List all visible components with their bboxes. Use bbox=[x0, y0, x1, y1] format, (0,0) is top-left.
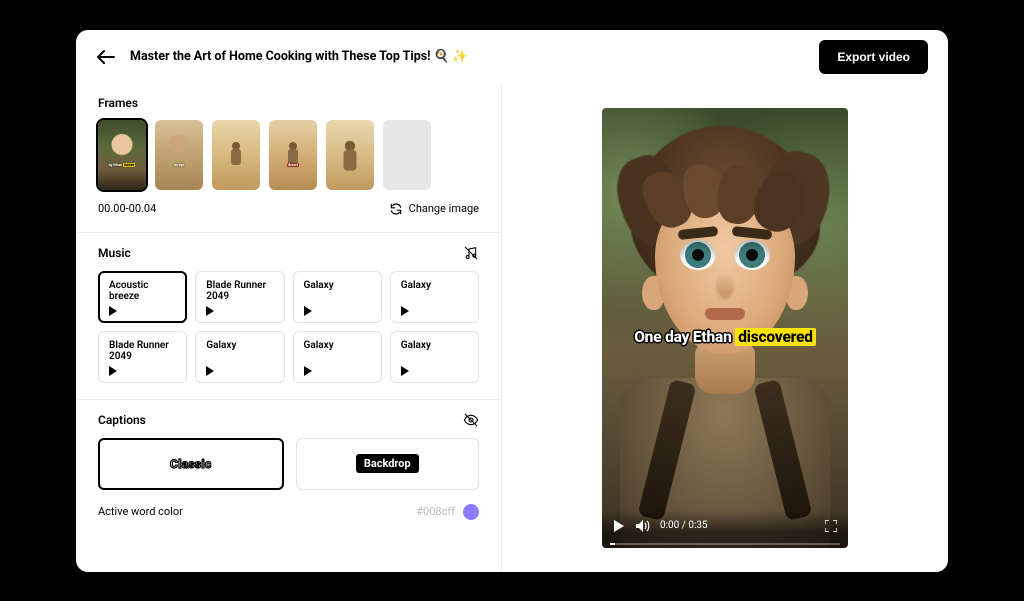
video-preview[interactable]: One day Ethan discovered 0:00 / 0:35 bbox=[602, 108, 848, 548]
caption-style-backdrop[interactable]: Backdrop bbox=[296, 438, 480, 490]
music-track-acoustic-breeze[interactable]: Acoustic breeze bbox=[98, 271, 187, 323]
frame-thumbnail-1[interactable]: ay Ethan iscove bbox=[98, 120, 146, 190]
music-track-label: Galaxy bbox=[206, 340, 273, 352]
frames-section: Frames ay Ethan iscove an eye desert bbox=[76, 84, 501, 233]
progress-bar[interactable] bbox=[610, 543, 840, 545]
music-track-galaxy-3[interactable]: Galaxy bbox=[195, 331, 284, 383]
preview-caption-plain: One day Ethan bbox=[634, 328, 735, 346]
frame-thumbnail-empty[interactable] bbox=[383, 120, 431, 190]
music-track-label: Acoustic breeze bbox=[109, 280, 176, 303]
music-track-label: Galaxy bbox=[304, 340, 371, 352]
caption-classic-label: Classic bbox=[170, 457, 211, 471]
emoji-pan-icon: 🍳 bbox=[434, 49, 450, 64]
music-track-blade-runner-2[interactable]: Blade Runner 2049 bbox=[98, 331, 187, 383]
music-track-label: Blade Runner 2049 bbox=[206, 280, 273, 303]
frame1-cap-a: ay Ethan bbox=[109, 163, 122, 167]
play-icon[interactable] bbox=[401, 306, 409, 316]
music-track-galaxy-4[interactable]: Galaxy bbox=[293, 331, 382, 383]
play-button-icon[interactable] bbox=[612, 519, 626, 533]
color-hex-value: #008cff bbox=[416, 505, 455, 518]
play-icon[interactable] bbox=[206, 306, 214, 316]
frames-section-title: Frames bbox=[98, 96, 138, 110]
time-display: 0:00 / 0:35 bbox=[660, 520, 708, 531]
back-arrow-icon[interactable] bbox=[96, 47, 116, 67]
emoji-sparkle-icon: ✨ bbox=[452, 49, 468, 64]
caption-styles-row: Classic Backdrop bbox=[98, 438, 479, 490]
page-title: Master the Art of Home Cooking with Thes… bbox=[130, 49, 805, 64]
music-track-blade-runner-1[interactable]: Blade Runner 2049 bbox=[195, 271, 284, 323]
play-icon[interactable] bbox=[109, 306, 117, 316]
frame1-cap-b: iscove bbox=[123, 163, 135, 167]
music-track-label: Galaxy bbox=[401, 280, 468, 292]
change-image-button[interactable]: Change image bbox=[389, 202, 479, 216]
color-swatch[interactable] bbox=[463, 504, 479, 520]
captions-section-title: Captions bbox=[98, 413, 146, 427]
frame2-cap: an eye bbox=[157, 164, 201, 168]
caption-backdrop-label: Backdrop bbox=[356, 454, 419, 473]
app-window: Master the Art of Home Cooking with Thes… bbox=[76, 30, 948, 572]
music-track-label: Galaxy bbox=[304, 280, 371, 292]
play-icon[interactable] bbox=[109, 366, 117, 376]
page-title-text: Master the Art of Home Cooking with Thes… bbox=[130, 49, 431, 64]
music-section-title: Music bbox=[98, 246, 131, 260]
frame-thumbnail-3[interactable] bbox=[212, 120, 260, 190]
music-track-label: Galaxy bbox=[401, 340, 468, 352]
music-section: Music Acoustic breeze Blade Runner 2049 bbox=[76, 233, 501, 400]
frame-timecode: 00.00-00.04 bbox=[98, 202, 156, 215]
active-word-color-label: Active word color bbox=[98, 505, 183, 518]
frames-row: ay Ethan iscove an eye desert bbox=[98, 120, 479, 190]
change-image-label: Change image bbox=[409, 202, 479, 215]
play-icon[interactable] bbox=[401, 366, 409, 376]
captions-section: Captions Classic Backdrop Active word co… bbox=[76, 400, 501, 536]
preview-caption: One day Ethan discovered bbox=[602, 328, 848, 346]
preview-panel: One day Ethan discovered 0:00 / 0:35 bbox=[502, 84, 948, 572]
header-bar: Master the Art of Home Cooking with Thes… bbox=[76, 30, 948, 84]
music-track-galaxy-2[interactable]: Galaxy bbox=[390, 271, 479, 323]
play-icon[interactable] bbox=[304, 306, 312, 316]
music-grid: Acoustic breeze Blade Runner 2049 Galaxy… bbox=[98, 271, 479, 383]
frame4-cap: desert bbox=[287, 163, 299, 167]
refresh-icon bbox=[389, 202, 403, 216]
volume-icon[interactable] bbox=[636, 519, 650, 533]
music-track-label: Blade Runner 2049 bbox=[109, 340, 176, 363]
left-panel: Frames ay Ethan iscove an eye desert bbox=[76, 84, 502, 572]
play-icon[interactable] bbox=[206, 366, 214, 376]
frame-thumbnail-5[interactable] bbox=[326, 120, 374, 190]
frame-thumbnail-4[interactable]: desert bbox=[269, 120, 317, 190]
caption-style-classic[interactable]: Classic bbox=[98, 438, 284, 490]
mute-music-icon[interactable] bbox=[463, 245, 479, 261]
play-icon[interactable] bbox=[304, 366, 312, 376]
music-track-galaxy-5[interactable]: Galaxy bbox=[390, 331, 479, 383]
main-body: Frames ay Ethan iscove an eye desert bbox=[76, 84, 948, 572]
preview-caption-highlight: discovered bbox=[735, 328, 816, 346]
frame-thumbnail-2[interactable]: an eye bbox=[155, 120, 203, 190]
export-video-button[interactable]: Export video bbox=[819, 40, 928, 74]
music-track-galaxy-1[interactable]: Galaxy bbox=[293, 271, 382, 323]
fullscreen-icon[interactable] bbox=[824, 519, 838, 533]
hide-captions-icon[interactable] bbox=[463, 412, 479, 428]
video-controls: 0:00 / 0:35 bbox=[602, 510, 848, 548]
